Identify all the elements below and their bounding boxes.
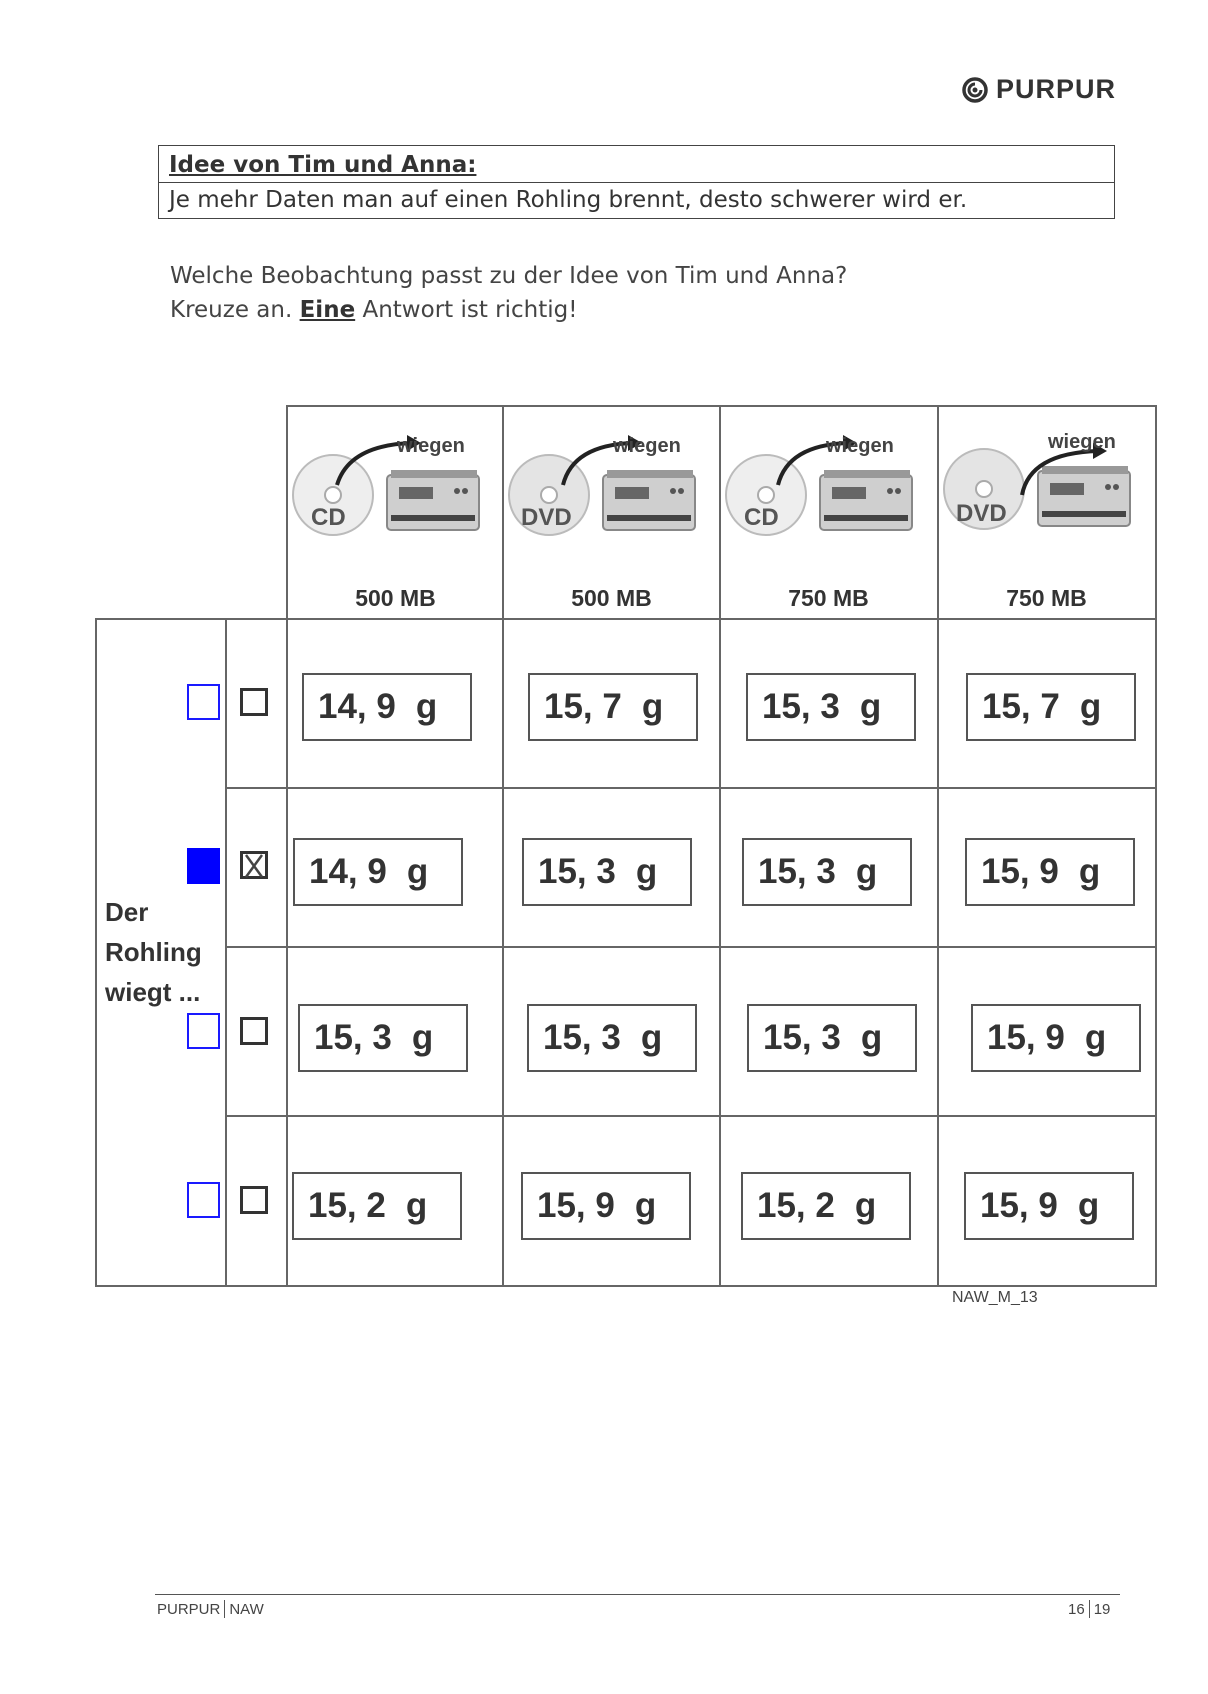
weigh-label: wiegen [826, 435, 894, 457]
data-size-label: 500 MB [571, 585, 652, 611]
disc-label: DVD [956, 500, 1007, 527]
grid-line [95, 1285, 1157, 1287]
grid-line [225, 946, 1157, 948]
column-header-1: CD wiegen 500 MB [287, 405, 504, 618]
weight-value: 15, 7g [528, 673, 698, 741]
idea-text: Je mehr Daten man auf einen Rohling bren… [169, 187, 968, 213]
weight-value: 15, 9g [521, 1172, 691, 1240]
grid-line [225, 1115, 1157, 1117]
answer-checkbox-checked[interactable] [240, 851, 268, 879]
disc-scale-illustration: DVD [508, 435, 696, 536]
weight-value: 15, 9g [965, 838, 1135, 906]
column-header-4: DVD wiegen 750 MB [938, 405, 1155, 618]
answer-checkbox[interactable] [240, 1017, 268, 1045]
weight-value: 15, 9g [971, 1004, 1141, 1072]
scale-icon [1037, 470, 1131, 527]
purpur-spiral-icon [962, 76, 988, 103]
data-size-label: 750 MB [1006, 585, 1087, 611]
selection-marker[interactable] [187, 1013, 220, 1049]
cross-mark-icon [244, 854, 264, 878]
row-label-line: Rohling [105, 937, 202, 967]
selection-marker-filled[interactable] [187, 848, 220, 884]
question-emphasis: Eine [299, 297, 356, 323]
grid-line [1155, 405, 1157, 1286]
weight-value: 15, 3g [742, 838, 912, 906]
grid-line [225, 618, 227, 1286]
footer-source: PURPUR NAW [157, 1600, 264, 1618]
grid-line [95, 618, 97, 1286]
selection-marker[interactable] [187, 684, 220, 720]
weight-value: 15, 3g [746, 673, 916, 741]
question-instruction-end: Antwort ist richtig! [355, 297, 578, 323]
idea-box: Idee von Tim und Anna: Je mehr Daten man… [158, 145, 1115, 219]
data-size-label: 500 MB [355, 585, 436, 611]
disc-label: DVD [521, 504, 572, 531]
weight-value: 15, 3g [747, 1004, 917, 1072]
footer-subject: NAW [229, 1601, 264, 1618]
weight-value: 15, 7g [966, 673, 1136, 741]
disc-scale-illustration: DVD [943, 443, 1131, 530]
weight-value: 15, 3g [298, 1004, 468, 1072]
scale-icon [386, 474, 480, 531]
footer-divider [155, 1594, 1120, 1595]
task-code: NAW_M_13 [952, 1289, 1038, 1306]
weight-value: 14, 9g [293, 838, 463, 906]
footer-brand: PURPUR [157, 1601, 221, 1618]
brand-logo: PURPUR [962, 74, 1116, 105]
weigh-label: wiegen [613, 435, 681, 457]
brand-name: PURPUR [996, 74, 1117, 104]
weigh-label: wiegen [1048, 431, 1116, 453]
grid-line [225, 787, 1157, 789]
question-instruction: Kreuze an. [170, 297, 300, 323]
question-line-2: Kreuze an. Eine Antwort ist richtig! [170, 293, 847, 327]
row-label: Der Rohling wiegt ... [105, 892, 202, 1012]
row-label-line: wiegt ... [105, 977, 201, 1007]
selection-marker[interactable] [187, 1182, 220, 1218]
answer-checkbox[interactable] [240, 688, 268, 716]
current-page: 16 [1068, 1601, 1085, 1618]
column-header-3: CD wiegen 750 MB [720, 405, 937, 618]
weight-value: 15, 3g [522, 838, 692, 906]
weight-value: 15, 3g [527, 1004, 697, 1072]
weight-value: 14, 9g [302, 673, 472, 741]
scale-icon [819, 474, 913, 531]
weight-value: 15, 2g [292, 1172, 462, 1240]
page-number: 16 19 [1068, 1600, 1110, 1618]
answer-checkbox[interactable] [240, 1186, 268, 1214]
disc-label: CD [744, 504, 779, 531]
weigh-label: wiegen [397, 435, 465, 457]
scale-icon [602, 474, 696, 531]
idea-title: Idee von Tim und Anna: [169, 152, 477, 178]
weight-value: 15, 9g [964, 1172, 1134, 1240]
total-pages: 19 [1093, 1601, 1111, 1618]
row-label-line: Der [105, 897, 149, 927]
idea-divider [159, 182, 1114, 183]
grid-line [95, 618, 1157, 620]
weight-value: 15, 2g [741, 1172, 911, 1240]
disc-label: CD [311, 504, 346, 531]
question-line-1: Welche Beobachtung passt zu der Idee von… [170, 263, 848, 289]
disc-scale-illustration: CD [292, 435, 480, 536]
data-size-label: 750 MB [788, 585, 869, 611]
column-header-2: DVD wiegen 500 MB [503, 405, 720, 618]
question-text: Welche Beobachtung passt zu der Idee von… [170, 259, 847, 327]
